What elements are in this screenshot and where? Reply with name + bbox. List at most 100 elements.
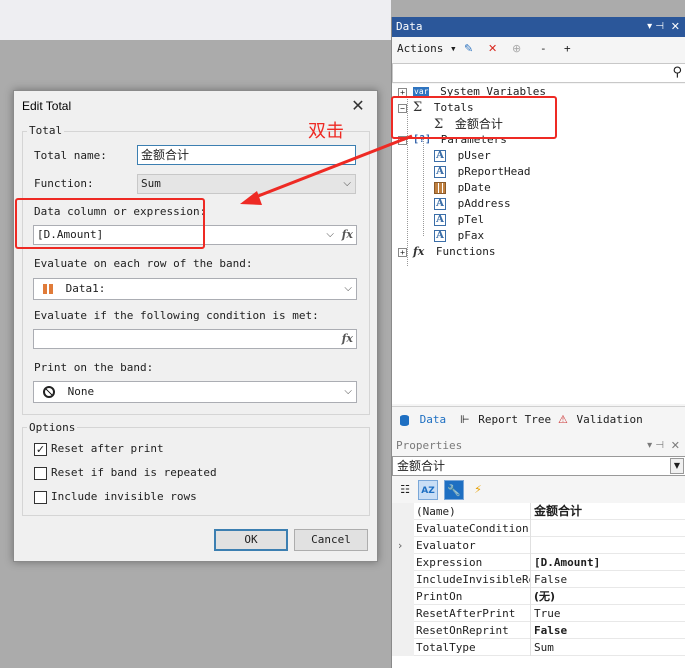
print-on-select[interactable]: None ⌵ <box>33 381 357 403</box>
function-value: Sum <box>141 177 161 190</box>
chevron-down-icon: ⌵ <box>344 283 352 294</box>
property-value[interactable]: Sum <box>534 639 684 656</box>
chevron-down-icon[interactable]: ⌵ <box>326 226 334 244</box>
property-name: (Name) <box>416 503 531 520</box>
highlight-totals-node <box>391 96 557 139</box>
data-panel-header: Data ▾ ⊣ ✕ <box>392 17 685 37</box>
row-gutter <box>392 571 414 588</box>
cancel-button[interactable]: Cancel <box>294 529 368 551</box>
pin-icon[interactable]: ▾ ⊣ <box>647 17 664 37</box>
property-row[interactable]: › Evaluator <box>392 537 685 554</box>
expand-icon[interactable]: + <box>398 248 407 257</box>
edit-total-dialog: Edit Total ✕ Total Total name: 金额合计 Func… <box>13 90 378 562</box>
tab-report-tree[interactable]: ⊩ Report Tree <box>460 411 551 429</box>
object-selector[interactable]: 金额合计 ▼ <box>392 456 685 476</box>
close-icon[interactable]: ✕ <box>671 17 680 37</box>
function-select[interactable]: Sum ⌵ <box>137 174 356 194</box>
chevron-down-icon: ⌵ <box>344 386 352 397</box>
property-row[interactable]: TotalType Sum <box>392 639 685 656</box>
tree-line <box>423 136 424 236</box>
property-value[interactable]: False <box>534 571 684 588</box>
actions-label: Actions <box>397 42 444 55</box>
close-icon[interactable]: ✕ <box>345 94 371 118</box>
edit-icon[interactable]: ✎ <box>464 38 473 60</box>
tree-label: pAddress <box>457 197 511 210</box>
selected-object: 金额合计 <box>397 459 446 473</box>
tab-label: Validation <box>576 413 643 426</box>
tree-node-param[interactable]: A pUser <box>434 148 491 164</box>
include-invisible-label[interactable]: Include invisible rows <box>51 490 197 503</box>
close-icon[interactable]: ✕ <box>671 437 680 455</box>
property-value[interactable]: True <box>534 605 684 622</box>
tab-data[interactable]: Data <box>400 411 446 429</box>
property-name: IncludeInvisibleRows <box>416 571 531 588</box>
tree-node-param[interactable]: A pFax <box>434 228 484 244</box>
property-name: PrintOn <box>416 588 531 605</box>
data-search-input[interactable]: ⚲ <box>392 63 685 83</box>
view-icon[interactable]: ⊕ <box>512 38 521 60</box>
property-row[interactable]: ResetAfterPrint True <box>392 605 685 622</box>
property-value[interactable]: False <box>534 622 684 639</box>
evaluate-each-label: Evaluate on each row of the band: <box>34 257 253 270</box>
fx-icon[interactable]: fx <box>342 226 353 244</box>
properties-icon[interactable]: 🔧 <box>444 480 464 500</box>
tree-node-param[interactable]: pDate <box>434 180 491 196</box>
include-invisible-checkbox[interactable] <box>34 491 47 504</box>
row-gutter <box>392 554 414 571</box>
print-on-value: None <box>67 385 95 398</box>
events-icon[interactable]: ⚡ <box>468 480 488 500</box>
chevron-down-icon[interactable]: ▼ <box>670 458 684 474</box>
property-name: Evaluator <box>416 537 531 554</box>
collapse-button[interactable]: - <box>540 38 547 60</box>
reset-if-repeated-label[interactable]: Reset if band is repeated <box>51 466 217 479</box>
actions-menu[interactable]: Actions ▾ <box>397 38 457 60</box>
property-row[interactable]: PrintOn (无) <box>392 588 685 605</box>
property-value[interactable]: (无) <box>534 588 684 605</box>
tree-node-param[interactable]: A pReportHead <box>434 164 530 180</box>
row-gutter <box>392 503 414 520</box>
property-value[interactable] <box>534 520 684 537</box>
fx-icon[interactable]: fx <box>342 330 353 348</box>
properties-grid: (Name) 金额合计 EvaluateCondition › Evaluato… <box>392 503 685 668</box>
property-row[interactable]: Expression [D.Amount] <box>392 554 685 571</box>
tree-node-functions[interactable]: + fx Functions <box>398 244 496 260</box>
property-value[interactable]: [D.Amount] <box>534 554 684 571</box>
property-name: TotalType <box>416 639 531 656</box>
tab-validation[interactable]: ⚠ Validation <box>558 411 643 429</box>
reset-if-repeated-checkbox[interactable] <box>34 467 47 480</box>
total-name-label: Total name: <box>34 149 107 162</box>
tree-label: pFax <box>457 229 485 242</box>
text-param-icon: A <box>434 214 446 226</box>
chevron-down-icon: ⌵ <box>343 178 351 189</box>
chevron-right-icon[interactable]: › <box>398 537 402 554</box>
property-row[interactable]: EvaluateCondition <box>392 520 685 537</box>
delete-icon[interactable]: ✕ <box>488 38 497 60</box>
property-name: Expression <box>416 554 531 571</box>
tree-node-param[interactable]: A pAddress <box>434 196 511 212</box>
property-value[interactable] <box>534 537 684 554</box>
property-name: ResetAfterPrint <box>416 605 531 622</box>
row-gutter <box>392 605 414 622</box>
categorized-icon[interactable]: ☷ <box>395 480 415 500</box>
property-row[interactable]: IncludeInvisibleRows False <box>392 571 685 588</box>
data-toolbar: Actions ▾ ✎ ✕ ⊕ - + <box>392 38 685 62</box>
expand-button[interactable]: + <box>564 38 571 60</box>
text-param-icon: A <box>434 166 446 178</box>
panel-tabs: Data ⊩ Report Tree ⚠ Validation <box>392 406 685 432</box>
evaluate-if-input[interactable]: fx <box>33 329 357 349</box>
search-icon[interactable]: ⚲ <box>672 64 682 82</box>
pin-icon[interactable]: ▾ ⊣ <box>647 437 664 455</box>
property-row[interactable]: ResetOnReprint False <box>392 622 685 639</box>
property-value[interactable]: 金额合计 <box>534 503 684 520</box>
function-icon: fx <box>413 245 425 258</box>
reset-after-print-checkbox[interactable]: ✓ <box>34 443 47 456</box>
total-name-input[interactable]: 金额合计 <box>137 145 356 165</box>
alphabetical-icon[interactable]: AZ <box>418 480 438 500</box>
tree-icon: ⊩ <box>460 413 470 426</box>
tree-node-param[interactable]: A pTel <box>434 212 484 228</box>
tree-label: pTel <box>457 213 485 226</box>
property-row[interactable]: (Name) 金额合计 <box>392 503 685 520</box>
ok-button[interactable]: OK <box>214 529 288 551</box>
evaluate-each-select[interactable]: Data1: ⌵ <box>33 278 357 300</box>
reset-after-print-label[interactable]: Reset after print <box>51 442 164 455</box>
